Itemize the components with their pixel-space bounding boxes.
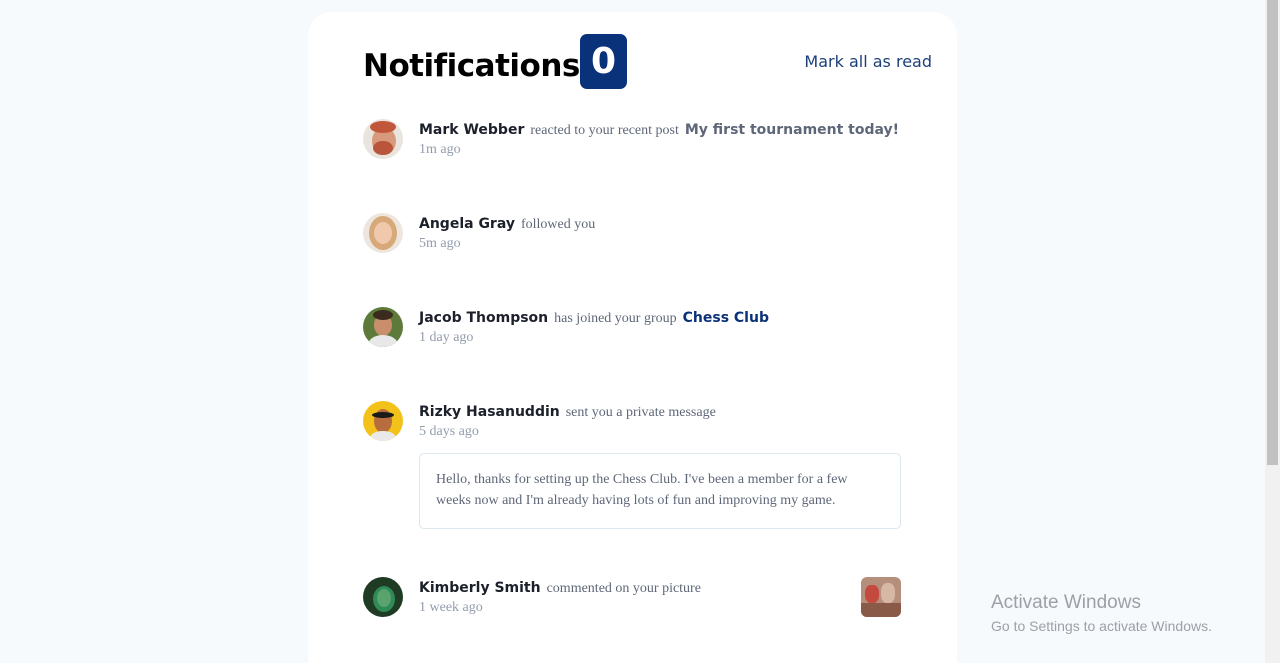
notification-item[interactable]: Kimberly Smith commented on your picture …	[363, 577, 903, 627]
group-link[interactable]: Chess Club	[683, 310, 769, 326]
avatar-jacob-thompson[interactable]	[363, 307, 403, 347]
notification-content: Mark Webber reacted to your recent post My…	[419, 119, 903, 158]
notification-item[interactable]: Rizky Hasanuddin sent you a private messa…	[363, 401, 903, 531]
notification-time: 1 day ago	[419, 330, 474, 345]
page-title: Notifications	[363, 48, 580, 84]
notifications-card: Notifications 0 Mark all as read Mark We…	[308, 12, 957, 663]
user-name-link[interactable]: Rizky Hasanuddin	[419, 404, 560, 420]
user-name-link[interactable]: Kimberly Smith	[419, 580, 541, 596]
notification-action: followed you	[520, 217, 596, 232]
post-title-link[interactable]: My first tournament today!	[685, 122, 899, 138]
user-name-link[interactable]: Jacob Thompson	[419, 310, 548, 326]
notification-time: 5m ago	[419, 236, 461, 251]
commented-picture-thumbnail[interactable]	[861, 577, 901, 617]
activate-windows-watermark: Activate Windows Go to Settings to activ…	[991, 592, 1212, 634]
notification-time: 5 days ago	[419, 424, 479, 439]
notification-action: sent you a private message	[565, 405, 716, 420]
unread-count-badge: 0	[580, 34, 627, 89]
user-name-link[interactable]: Mark Webber	[419, 122, 524, 138]
private-message-preview[interactable]: Hello, thanks for setting up the Chess C…	[419, 453, 901, 529]
avatar-mark-webber[interactable]	[363, 119, 403, 159]
user-name-link[interactable]: Angela Gray	[419, 216, 515, 232]
avatar-kimberly-smith[interactable]	[363, 577, 403, 617]
notification-action: has joined your group	[554, 311, 677, 326]
page-scrollbar[interactable]	[1265, 0, 1280, 663]
notification-content: Rizky Hasanuddin sent you a private messa…	[419, 401, 903, 440]
avatar-rizky-hasanuddin[interactable]	[363, 401, 403, 441]
notification-content: Kimberly Smith commented on your picture …	[419, 577, 903, 616]
notifications-header: Notifications 0 Mark all as read	[363, 34, 932, 89]
notification-action: reacted to your recent post	[530, 123, 679, 138]
notification-item[interactable]: Mark Webber reacted to your recent post My…	[363, 119, 903, 169]
notification-content: Jacob Thompson has joined your group Chess…	[419, 307, 903, 346]
notification-time: 1 week ago	[419, 600, 483, 615]
avatar-angela-gray[interactable]	[363, 213, 403, 253]
watermark-subtitle: Go to Settings to activate Windows.	[991, 618, 1212, 634]
notification-time: 1m ago	[419, 142, 461, 157]
notification-action: commented on your picture	[546, 581, 701, 596]
notification-item[interactable]: Angela Gray followed you 5m ago	[363, 213, 903, 263]
notification-item[interactable]: Jacob Thompson has joined your group Chess…	[363, 307, 903, 357]
mark-all-as-read-button[interactable]: Mark all as read	[804, 52, 932, 71]
notification-content: Angela Gray followed you 5m ago	[419, 213, 903, 252]
scrollbar-thumb[interactable]	[1267, 0, 1278, 465]
watermark-title: Activate Windows	[991, 592, 1141, 613]
